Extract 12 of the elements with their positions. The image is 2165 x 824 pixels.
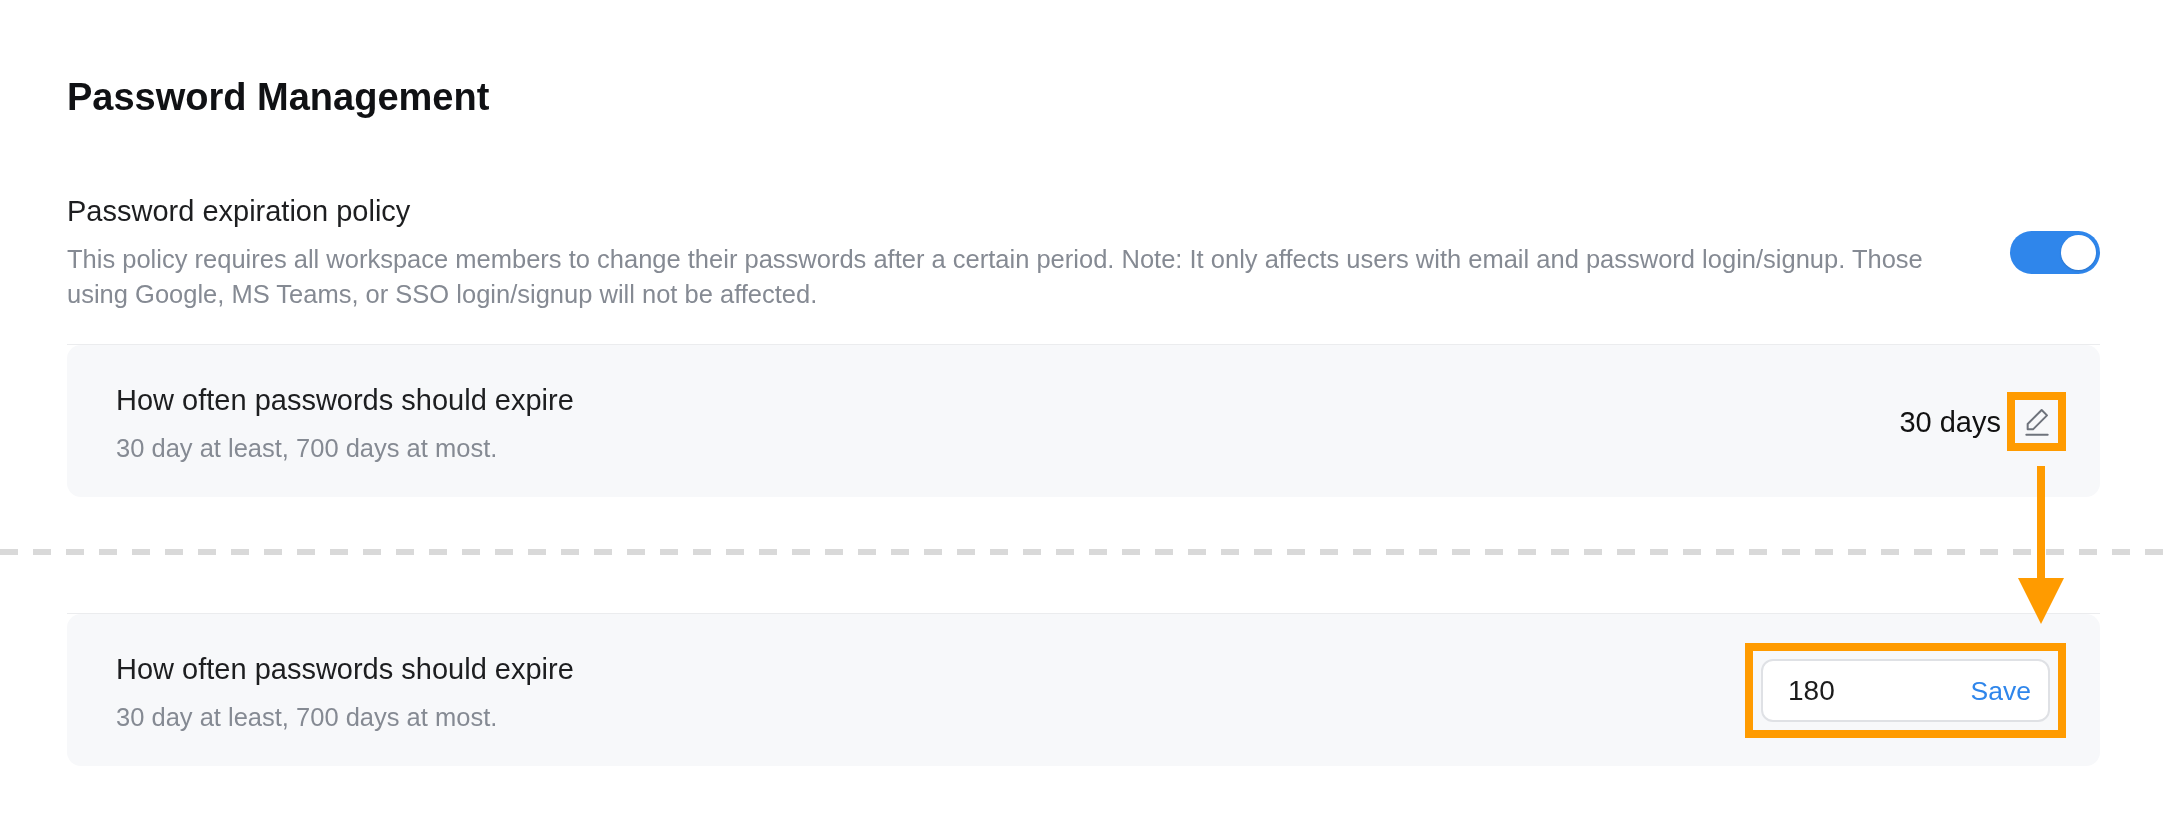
toggle-switch[interactable] (2010, 231, 2100, 275)
value-text: 30 days (1899, 404, 2001, 439)
pencil-icon (2024, 407, 2049, 436)
setting-label: Password expiration policy (67, 194, 411, 228)
save-button[interactable]: Save (1970, 674, 2031, 707)
setting-label: How often passwords should expire (116, 383, 574, 417)
setting-description: This policy requires all workspace members to change their passwords after a certain period. Note: It only affects users with email and password login/signup. Those using Google, MS Teams, or SSO login/signup will not be affected. (67, 243, 1924, 310)
setting-label: How often passwords should expire (116, 652, 574, 686)
setting-hint: 30 day at least, 700 days at most. (116, 702, 498, 733)
section-title: Password Management (67, 75, 490, 120)
number-input-field[interactable]: 180 Save (1761, 659, 2050, 722)
setting-hint: 30 day at least, 700 days at most. (116, 433, 498, 464)
